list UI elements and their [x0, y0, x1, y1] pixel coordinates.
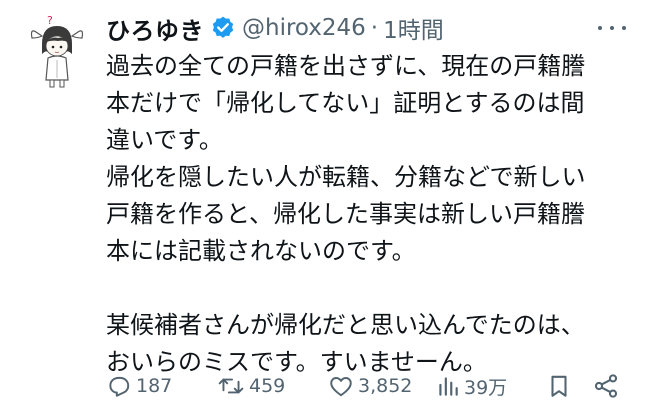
bookmark-icon	[551, 375, 567, 397]
tweet-text-line: 戸籍を作ると、帰化した事実は新しい戸籍謄	[106, 200, 586, 228]
more-dot	[622, 26, 626, 30]
tweet-text: 過去の全ての戸籍を出さずに、現在の戸籍謄 本だけで「帰化してない」証明とするのは…	[106, 48, 626, 381]
tweet-text-line: 帰化を隠したい人が転籍、分籍などで新しい	[106, 163, 586, 191]
tweet[interactable]: ? ひろゆき @hirox246 · 1時間 過去の全ての戸籍を出さずに、現在の…	[0, 0, 650, 412]
svg-text:?: ?	[47, 14, 53, 27]
retweet-button[interactable]: 459	[217, 373, 285, 399]
retweet-icon	[218, 378, 244, 394]
tweet-text-line: 本だけで「帰化してない」証明とするのは間	[106, 89, 585, 117]
like-button[interactable]: 3,852	[328, 373, 412, 399]
user-handle[interactable]: @hirox246	[242, 15, 366, 41]
reply-count: 187	[136, 375, 173, 397]
share-icon	[594, 374, 618, 398]
view-count: 39万	[464, 376, 508, 399]
reply-button[interactable]: 187	[106, 373, 172, 399]
separator-dot: ·	[370, 15, 379, 41]
action-bar: 187 459 3,852 39万	[106, 366, 626, 406]
tweet-text-line: 違いです。	[106, 126, 223, 154]
share-button[interactable]	[592, 372, 620, 400]
tweet-text-line: 過去の全ての戸籍を出さずに、現在の戸籍謄	[106, 52, 586, 80]
avatar-character-icon: ?	[30, 14, 84, 88]
tweet-text-line: 本には記載されないのです。	[106, 237, 416, 265]
more-options-icon[interactable]	[598, 14, 626, 42]
views-chart-icon	[439, 377, 458, 396]
more-dot	[598, 26, 602, 30]
like-count: 3,852	[358, 375, 413, 397]
tweet-header: ひろゆき @hirox246 · 1時間	[106, 10, 444, 46]
retweet-count: 459	[249, 375, 286, 397]
display-name[interactable]: ひろゆき	[106, 11, 204, 46]
tweet-text-line: 某候補者さんが帰化だと思い込んでたのは、	[106, 311, 585, 339]
more-dot	[610, 26, 614, 30]
reply-icon	[109, 376, 130, 397]
verified-badge-icon[interactable]	[210, 15, 236, 41]
avatar[interactable]: ?	[28, 14, 86, 90]
timestamp[interactable]: 1時間	[383, 11, 444, 45]
views-button[interactable]: 39万	[436, 373, 507, 400]
heart-icon	[330, 377, 352, 397]
bookmark-button[interactable]	[546, 373, 572, 399]
